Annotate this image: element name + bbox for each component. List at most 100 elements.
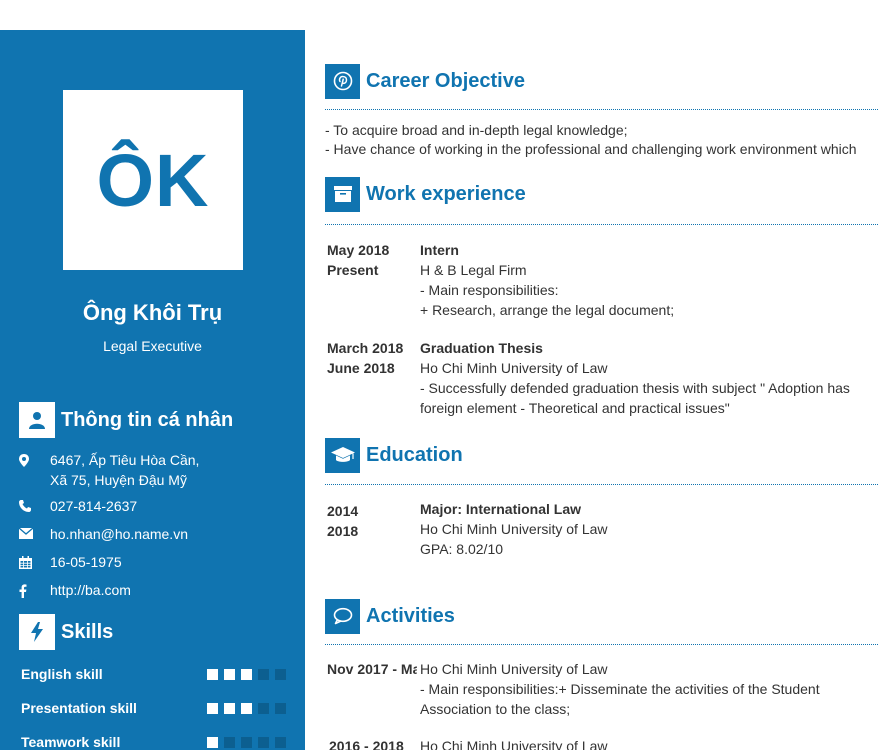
career-objective-header: Career Objective xyxy=(325,63,525,99)
email-row: ho.nhan@ho.name.vn xyxy=(19,524,299,544)
pinterest-icon xyxy=(325,63,360,99)
entry-date: 2016 - 2018 xyxy=(329,738,404,750)
website-link[interactable]: http://ba.com xyxy=(50,580,131,600)
date-end: Present xyxy=(327,262,379,278)
phone-row: 027-814-2637 xyxy=(19,496,299,516)
entry-title: Major: International Law xyxy=(420,501,582,517)
comment-icon xyxy=(325,598,360,634)
entry-date: March 2018 June 2018 xyxy=(327,338,417,378)
entry-date: 2014 2018 xyxy=(327,501,417,541)
entry-date: Nov 2017 - Mar 2018 xyxy=(327,661,417,677)
phone-text: 027-814-2637 xyxy=(50,498,138,514)
skill-row: English skill xyxy=(21,664,286,684)
education-entry: 2014 2018 Major: International Law Ho Ch… xyxy=(327,499,878,561)
avatar: ÔK xyxy=(63,90,243,270)
date-start: May 2018 xyxy=(327,242,390,258)
entry-org: Ho Chi Minh University of Law xyxy=(420,738,608,750)
skill-dot-empty xyxy=(258,668,269,680)
entry-org: Ho Chi Minh University of Law xyxy=(420,360,608,376)
address-line1: 6467, Ấp Tiêu Hòa Cần, xyxy=(50,452,200,468)
profile-role: Legal Executive xyxy=(103,338,202,354)
user-icon xyxy=(19,402,55,438)
skill-dot-filled xyxy=(224,668,235,680)
divider xyxy=(325,224,878,225)
email-text[interactable]: ho.nhan@ho.name.vn xyxy=(50,524,188,544)
entry-body: Intern H & B Legal Firm - Main responsib… xyxy=(420,240,865,320)
skill-dot-empty xyxy=(241,736,252,748)
skill-level-meter xyxy=(207,668,286,680)
entry-org: Ho Chi Minh University of Law xyxy=(420,661,608,677)
personal-info-title: Thông tin cá nhân xyxy=(61,408,234,431)
skill-dot-empty xyxy=(258,702,269,714)
education-header: Education xyxy=(325,437,463,473)
calendar-icon xyxy=(19,552,50,572)
objective-line: - Have chance of working in the professi… xyxy=(325,141,857,157)
skill-dot-filled xyxy=(207,702,218,714)
skill-dot-empty xyxy=(275,668,286,680)
career-objective-title: Career Objective xyxy=(366,69,525,92)
skill-dot-empty xyxy=(275,702,286,714)
phone-icon xyxy=(19,496,50,516)
archive-icon xyxy=(325,176,360,212)
profile-name: Ông Khôi Trụ xyxy=(82,300,223,325)
date-end: June 2018 xyxy=(327,360,395,376)
birthday-row: 16-05-1975 xyxy=(19,552,299,572)
address-row: 6467, Ấp Tiêu Hòa Cần, Xã 75, Huyện Đậu … xyxy=(19,450,299,490)
skill-level-meter xyxy=(207,736,286,748)
entry-body: Ho Chi Minh University of Law xyxy=(420,736,865,750)
bolt-icon xyxy=(19,614,55,650)
birthday-text: 16-05-1975 xyxy=(50,554,122,570)
entry-body: Graduation Thesis Ho Chi Minh University… xyxy=(420,338,865,418)
entry-date: May 2018 Present xyxy=(327,240,417,280)
envelope-icon xyxy=(19,524,50,544)
divider xyxy=(325,644,878,645)
divider xyxy=(325,484,878,485)
education-title: Education xyxy=(366,443,463,466)
skill-dot-filled xyxy=(241,702,252,714)
entry-org: Ho Chi Minh University of Law xyxy=(420,521,608,537)
activities-header: Activities xyxy=(325,598,455,634)
skills-title: Skills xyxy=(61,620,114,643)
entry-line: - Successfully defended graduation thesi… xyxy=(420,380,850,416)
skills-header: Skills xyxy=(19,614,113,650)
skill-dot-empty xyxy=(258,736,269,748)
skill-dot-filled xyxy=(207,736,218,748)
entry-gpa: GPA: 8.02/10 xyxy=(420,541,504,557)
entry-description: - Main responsibilities:+ Disseminate th… xyxy=(420,681,820,717)
graduation-cap-icon xyxy=(325,437,360,473)
entry-title: Graduation Thesis xyxy=(420,340,543,356)
sidebar: ÔK Ông Khôi Trụ Legal Executive Thông ti… xyxy=(0,30,305,750)
career-objective-text: - To acquire broad and in-depth legal kn… xyxy=(325,121,857,159)
entry-line: + Research, arrange the legal document; xyxy=(420,302,675,318)
objective-line: - To acquire broad and in-depth legal kn… xyxy=(325,122,628,138)
avatar-initials: ÔK xyxy=(96,138,210,222)
address-line2: Xã 75, Huyện Đậu Mỹ xyxy=(50,472,187,488)
entry-org: H & B Legal Firm xyxy=(420,262,527,278)
skill-label: Teamwork skill xyxy=(21,734,121,750)
activity-entry: Nov 2017 - Mar 2018 Ho Chi Minh Universi… xyxy=(327,659,878,721)
entry-line: - Main responsibilities: xyxy=(420,282,559,298)
date-end: 2018 xyxy=(327,523,359,539)
skill-dot-filled xyxy=(207,668,218,680)
skill-dot-empty xyxy=(224,736,235,748)
divider xyxy=(325,109,878,110)
skill-dot-filled xyxy=(224,702,235,714)
date-start: 2014 xyxy=(327,503,359,519)
skill-row: Presentation skill xyxy=(21,698,286,718)
skill-row: Teamwork skill xyxy=(21,732,286,750)
website-row: http://ba.com xyxy=(19,580,299,600)
skill-dot-empty xyxy=(275,736,286,748)
entry-body: Ho Chi Minh University of Law - Main res… xyxy=(420,659,865,719)
activities-title: Activities xyxy=(366,604,455,627)
activity-entry: 2016 - 2018 Ho Chi Minh University of La… xyxy=(327,736,878,750)
personal-info-header: Thông tin cá nhân xyxy=(19,402,233,438)
skill-label: English skill xyxy=(21,666,103,682)
skill-dot-filled xyxy=(241,668,252,680)
date-start: March 2018 xyxy=(327,340,404,356)
work-experience-title: Work experience xyxy=(366,182,526,205)
facebook-icon xyxy=(19,580,50,600)
work-entry: May 2018 Present Intern H & B Legal Firm… xyxy=(327,240,878,320)
skill-label: Presentation skill xyxy=(21,700,137,716)
work-experience-header: Work experience xyxy=(325,176,526,212)
entry-body: Major: International Law Ho Chi Minh Uni… xyxy=(420,499,865,559)
